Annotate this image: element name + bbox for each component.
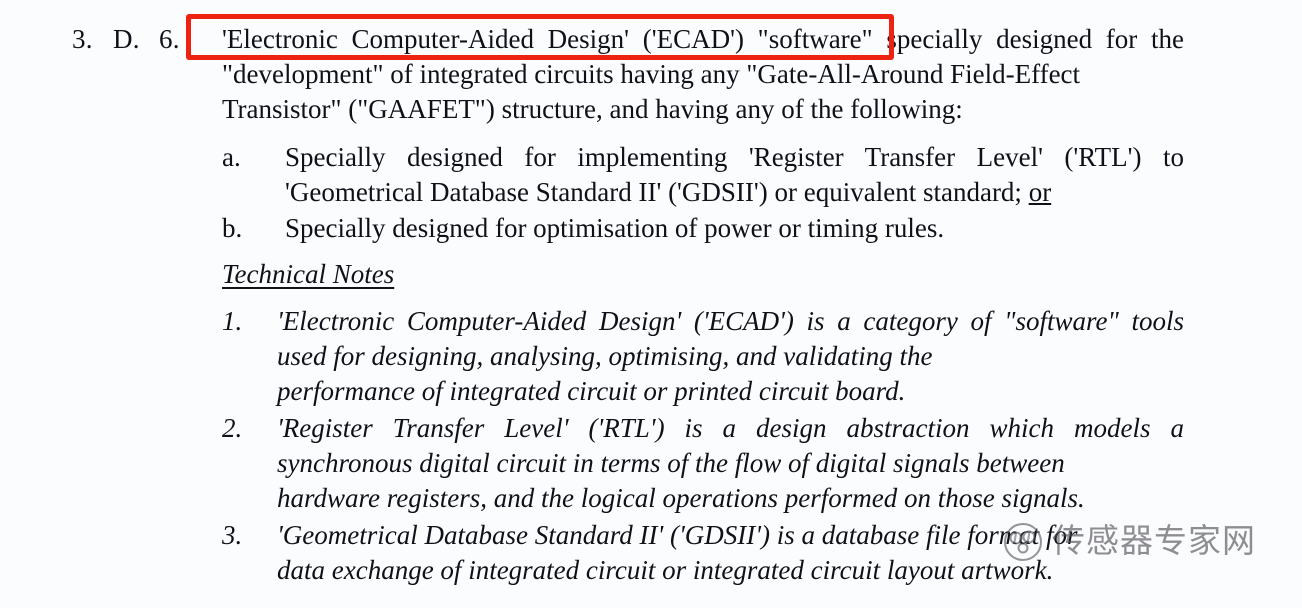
technical-note-3-line2: data exchange of integrated circuit or i… bbox=[277, 555, 1054, 585]
technical-note-3-text: 'Geometrical Database Standard II' ('GDS… bbox=[277, 518, 1184, 588]
clause-line1-remainder: specially designed for the bbox=[872, 24, 1184, 54]
clause-line2: "development" of integrated circuits hav… bbox=[222, 59, 1081, 89]
technical-notes-heading: Technical Notes bbox=[222, 259, 395, 289]
technical-note-3-marker: 3. bbox=[222, 520, 243, 550]
clause-number-part-1: 3. bbox=[72, 24, 93, 54]
sub-item-a-marker: a. bbox=[222, 142, 241, 172]
technical-note-1-text: 'Electronic Computer-Aided Design' ('ECA… bbox=[277, 304, 1184, 409]
technical-note-2-text: 'Register Transfer Level' ('RTL') is a d… bbox=[277, 411, 1184, 516]
clause-line3: Transistor" ("GAAFET") structure, and ha… bbox=[222, 94, 963, 124]
sub-item-b: b. Specially designed for optimisation o… bbox=[222, 211, 1184, 246]
technical-note-2-line3: hardware registers, and the logical oper… bbox=[277, 483, 1085, 513]
technical-note-1-marker: 1. bbox=[222, 306, 243, 336]
technical-note-3: 3. 'Geometrical Database Standard II' ('… bbox=[222, 518, 1184, 588]
sub-item-a-text: Specially designed for implementing 'Reg… bbox=[285, 140, 1184, 210]
technical-note-1-line3: performance of integrated circuit or pri… bbox=[277, 376, 906, 406]
clause-number-part-2: D. bbox=[113, 24, 140, 54]
document-page: 3. D. 6. 'Electronic Computer-Aided Desi… bbox=[0, 0, 1302, 608]
technical-note-3-line1: 'Geometrical Database Standard II' ('GDS… bbox=[277, 520, 1078, 550]
technical-note-1-line1: 'Electronic Computer-Aided Design' ('ECA… bbox=[277, 306, 1119, 336]
sub-item-a: a. Specially designed for implementing '… bbox=[222, 140, 1184, 210]
sub-item-b-marker: b. bbox=[222, 213, 243, 243]
sub-item-b-text: Specially designed for optimisation of p… bbox=[285, 213, 945, 243]
technical-note-2: 2. 'Register Transfer Level' ('RTL') is … bbox=[222, 411, 1184, 516]
clause-number-part-3: 6. bbox=[159, 24, 180, 54]
clause-highlighted-phrase: 'Electronic Computer-Aided Design' ('ECA… bbox=[222, 24, 873, 54]
technical-note-2-marker: 2. bbox=[222, 413, 243, 443]
sub-item-a-conjunction: or bbox=[1028, 177, 1052, 207]
technical-note-1: 1. 'Electronic Computer-Aided Design' ('… bbox=[222, 304, 1184, 409]
clause-body-text: 'Electronic Computer-Aided Design' ('ECA… bbox=[222, 22, 1184, 127]
technical-note-2-line2: synchronous digital circuit in terms of … bbox=[277, 448, 1065, 478]
technical-note-2-line1: 'Register Transfer Level' ('RTL') is a d… bbox=[277, 413, 1184, 443]
